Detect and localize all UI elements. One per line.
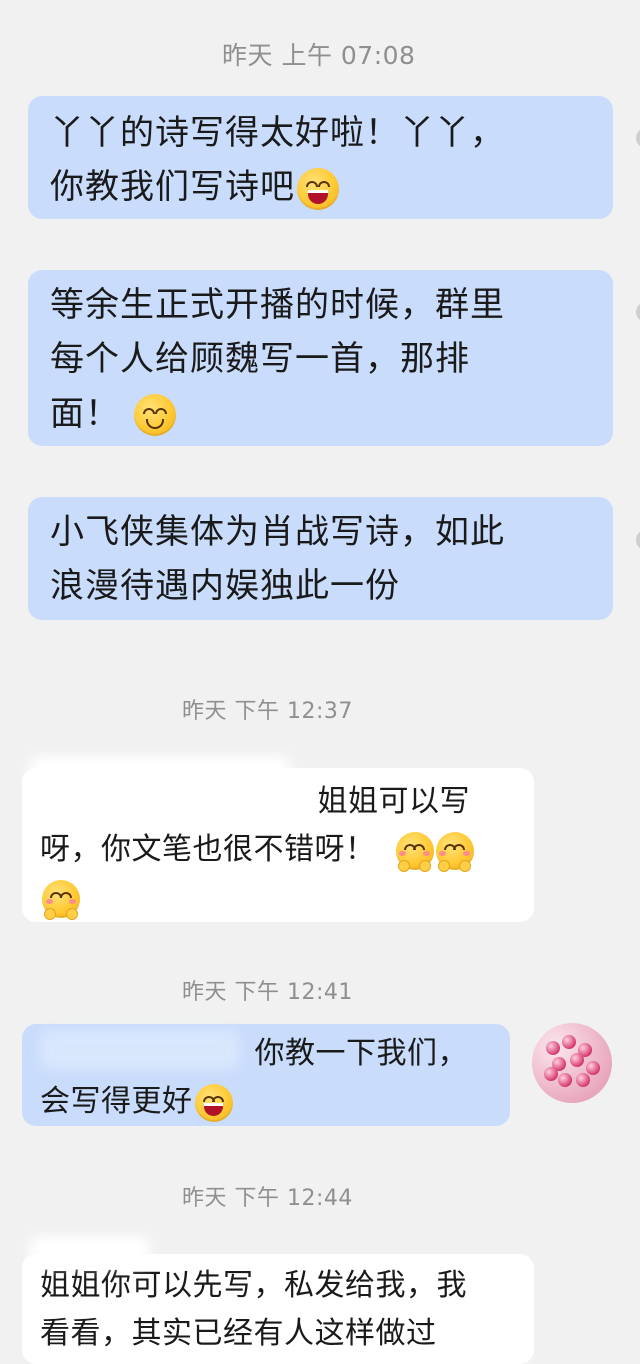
message-bubble-outgoing[interactable]: 小飞侠集体为肖战写诗，如此 浪漫待遇内娱独此一份 [28,497,613,620]
message-text: 姐姐你可以先写，私发给我，我 [40,1268,467,1303]
cute-blush-emoji [395,831,434,872]
cute-blush-emoji [435,831,474,872]
smirk-emoji [134,394,176,437]
message-bubble-incoming[interactable]: 姐姐你可以先写，私发给我，我 看看，其实已经有人这样做过 [22,1254,534,1364]
message-text: 会写得更好 [40,1084,193,1119]
message-text: 等余生正式开播的时候，群里 [50,285,505,325]
message-bubble-outgoing[interactable]: 等余生正式开播的时候，群里 每个人给顾魏写一首，那排 面！ [28,270,613,446]
avatar[interactable] [532,1023,612,1103]
avatar-edge [636,530,640,550]
message-text: 面！ [50,393,120,434]
message-text: 小飞侠集体为肖战写诗，如此 [50,512,505,552]
timestamp: 昨天 下午 12:44 [182,1186,353,1211]
timestamp: 昨天 上午 07:08 [222,41,416,70]
avatar-edge [636,302,640,322]
timestamp: 昨天 下午 12:37 [182,699,353,724]
redacted-area [30,1236,150,1266]
message-text: 浪漫待遇内娱独此一份 [50,566,400,607]
laughing-emoji [297,167,339,210]
redacted-area [40,1030,240,1070]
laughing-emoji [194,1083,233,1122]
avatar-edge [636,128,640,148]
message-text: 每个人给顾魏写一首，那排 [50,339,470,380]
redacted-area [30,756,290,806]
cute-blush-emoji [42,879,80,920]
message-text: 你教我们写诗吧 [50,167,295,208]
timestamp: 昨天 下午 12:41 [182,980,353,1005]
message-text: 丫丫的诗写得太好啦！丫丫， [50,113,505,153]
message-bubble-outgoing[interactable]: 丫丫的诗写得太好啦！丫丫， 你教我们写诗吧 [28,96,613,219]
message-text: 看看，其实已经有人这样做过 [40,1316,437,1351]
message-text: 呀，你文笔也很不错呀！ [40,832,376,867]
